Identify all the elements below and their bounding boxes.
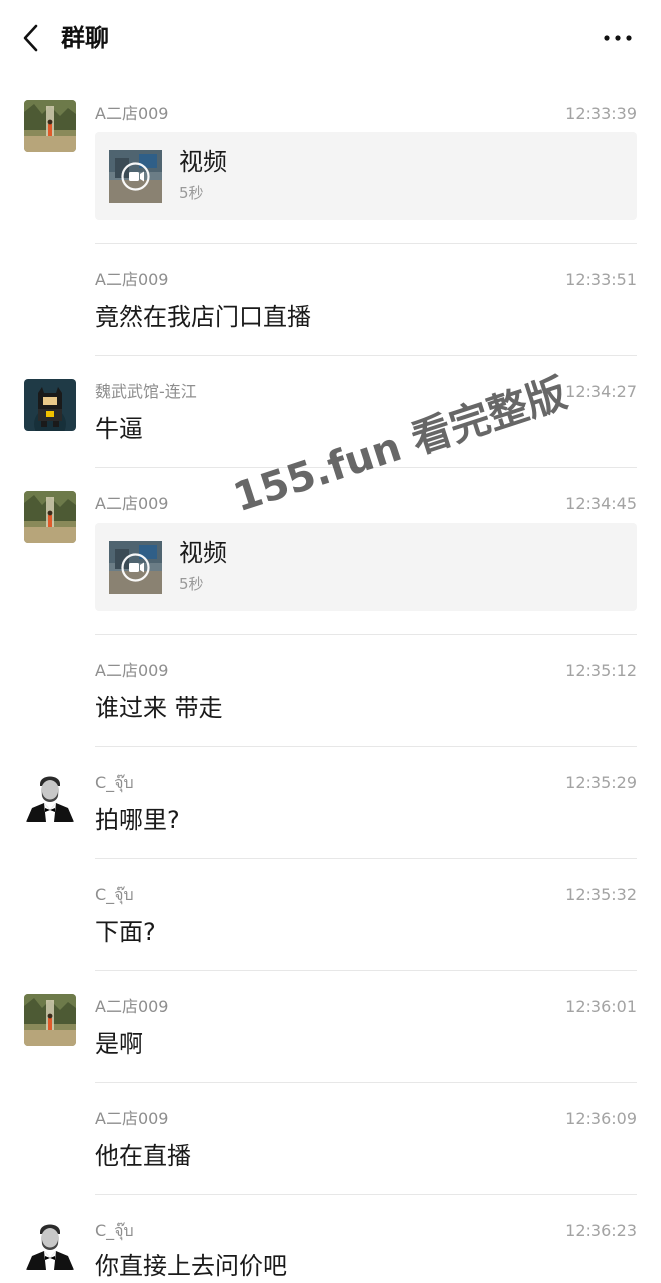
message-time: 12:34:45 [565,494,637,513]
message-item: C_จุ๊บ 12:36:23 你直接上去问价吧 [0,1195,661,1280]
video-message-card[interactable]: 视频 5秒 [95,132,637,220]
sender-name[interactable]: A二店009 [95,996,169,1018]
tuxedo-man-avatar[interactable] [24,770,76,822]
message-item: 魏武武馆-连江 12:34:27 牛逼 [0,356,661,468]
landscape-avatar[interactable] [24,994,76,1046]
sender-name[interactable]: C_จุ๊บ [95,1220,134,1242]
message-text[interactable]: 下面? [95,915,156,949]
message-text[interactable]: 是啊 [95,1027,143,1061]
message-time: 12:35:29 [565,773,637,792]
message-item: A二店009 12:35:12 谁过来 带走 [0,635,661,747]
message-time: 12:36:01 [565,997,637,1016]
message-text[interactable]: 拍哪里? [95,803,180,837]
video-title: 视频 [179,148,227,176]
video-duration: 5秒 [179,575,204,593]
sender-name[interactable]: C_จุ๊บ [95,884,134,906]
batman-avatar[interactable] [24,379,76,431]
sender-name[interactable]: C_จุ๊บ [95,772,134,794]
message-text[interactable]: 他在直播 [95,1139,191,1173]
video-thumbnail[interactable] [109,150,162,203]
message-time: 12:36:09 [565,1109,637,1128]
sender-name[interactable]: A二店009 [95,493,169,515]
top-bar: 群聊 [0,0,661,76]
message-time: 12:34:27 [565,382,637,401]
sender-name[interactable]: A二店009 [95,103,169,125]
ellipsis-icon[interactable] [600,24,636,52]
message-item: C_จุ๊บ 12:35:29 拍哪里? [0,747,661,859]
tuxedo-man-avatar[interactable] [24,1218,76,1270]
message-time: 12:33:39 [565,104,637,123]
sender-name[interactable]: A二店009 [95,1108,169,1130]
landscape-avatar[interactable] [24,100,76,152]
message-time: 12:36:23 [565,1221,637,1240]
page-title: 群聊 [61,24,109,52]
message-text[interactable]: 竟然在我店门口直播 [95,300,311,334]
video-message-card[interactable]: 视频 5秒 [95,523,637,611]
video-thumbnail[interactable] [109,541,162,594]
message-text[interactable]: 你直接上去问价吧 [95,1249,287,1283]
message-item: A二店009 12:36:01 是啊 [0,971,661,1083]
message-item: A二店009 12:33:39 视频 5秒 [0,100,661,244]
message-text[interactable]: 牛逼 [95,412,143,446]
message-item: C_จุ๊บ 12:35:32 下面? [0,859,661,971]
message-item: A二店009 12:36:09 他在直播 [0,1083,661,1195]
chevron-left-icon[interactable] [18,22,46,54]
sender-name[interactable]: A二店009 [95,660,169,682]
video-title: 视频 [179,539,227,567]
message-item: A二店009 12:33:51 竟然在我店门口直播 [0,244,661,356]
message-time: 12:35:32 [565,885,637,904]
sender-name[interactable]: A二店009 [95,269,169,291]
message-text[interactable]: 谁过来 带走 [95,691,223,725]
message-time: 12:33:51 [565,270,637,289]
landscape-avatar[interactable] [24,491,76,543]
video-duration: 5秒 [179,184,204,202]
sender-name[interactable]: 魏武武馆-连江 [95,381,197,403]
message-time: 12:35:12 [565,661,637,680]
message-item: A二店009 12:34:45 视频 5秒 [0,468,661,635]
